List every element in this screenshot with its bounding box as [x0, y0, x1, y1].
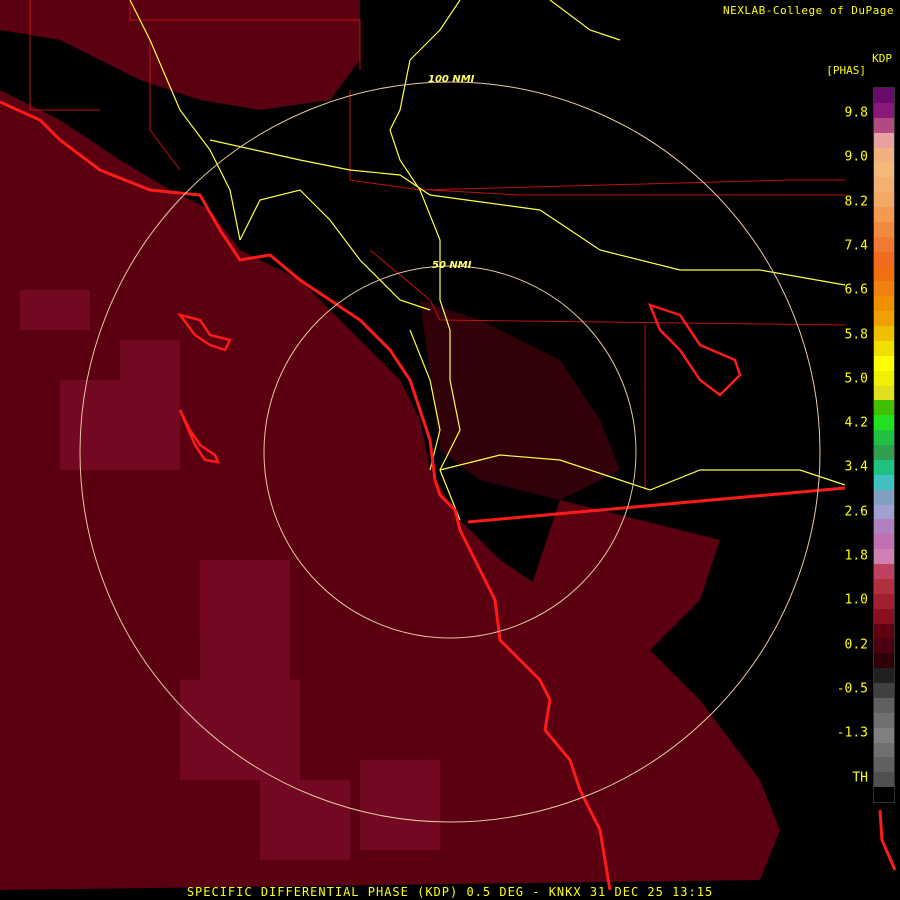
- range-ring-50-label: 50 NMI: [432, 260, 472, 271]
- color-scale-bar: [873, 87, 895, 803]
- color-scale-swatch: [874, 400, 894, 416]
- color-scale-swatch: [874, 370, 894, 386]
- color-scale-label: 5.0: [844, 371, 868, 387]
- color-scale-swatch: [874, 772, 894, 788]
- color-scale-label: -1.3: [836, 725, 868, 741]
- color-scale-swatch: [874, 653, 894, 669]
- color-scale-swatch: [874, 430, 894, 445]
- legend-product-label: KDP: [872, 52, 892, 65]
- color-scale-swatch: [874, 251, 894, 267]
- legend-unit-header: KDP [PHAS]: [826, 52, 892, 77]
- color-scale-swatch: [874, 385, 894, 401]
- color-scale-label: 1.8: [844, 548, 868, 564]
- color-scale-label: 3.4: [844, 459, 868, 475]
- color-scale-swatch: [874, 593, 894, 609]
- color-scale-swatch: [874, 727, 894, 743]
- color-scale-swatch: [874, 787, 894, 802]
- color-scale-swatch: [874, 712, 894, 728]
- color-scale-swatch: [874, 102, 894, 118]
- color-scale-label: -0.5: [836, 681, 868, 697]
- color-scale-swatch: [874, 549, 894, 564]
- color-scale-swatch: [874, 742, 894, 758]
- color-scale-swatch: [874, 117, 894, 133]
- color-scale-swatch: [874, 668, 894, 683]
- color-scale-swatch: [874, 88, 894, 103]
- radar-echo-north: [0, 0, 360, 110]
- color-scale-swatch: [874, 564, 894, 579]
- color-scale-swatch: [874, 623, 894, 639]
- color-scale-swatch: [874, 474, 894, 490]
- color-scale-swatch: [874, 340, 894, 356]
- color-scale-swatch: [874, 311, 894, 326]
- range-ring-100-label: 100 NMI: [428, 74, 475, 85]
- color-scale-label: 6.6: [844, 282, 868, 298]
- color-scale-swatch: [874, 608, 894, 624]
- color-scale-swatch: [874, 281, 894, 297]
- color-scale-swatch: [874, 697, 894, 713]
- legend-unit-label: [PHAS]: [826, 64, 866, 77]
- color-scale-label: 7.4: [844, 238, 868, 254]
- color-scale-swatch: [874, 683, 894, 698]
- color-scale-swatch: [874, 757, 894, 773]
- color-scale-swatch: [874, 266, 894, 282]
- product-caption: SPECIFIC DIFFERENTIAL PHASE (KDP) 0.5 DE…: [186, 885, 714, 899]
- radar-map: 100 NMI 50 NMI: [0, 0, 897, 891]
- color-scale-label: 1.0: [844, 592, 868, 608]
- color-scale-swatch: [874, 192, 894, 207]
- color-scale-swatch: [874, 534, 894, 550]
- color-scale-swatch: [874, 445, 894, 460]
- color-scale-swatch: [874, 236, 894, 252]
- color-scale-swatch: [874, 177, 894, 193]
- color-scale-swatch: [874, 519, 894, 535]
- color-scale-label: 4.2: [844, 415, 868, 431]
- color-scale-swatch: [874, 415, 894, 431]
- color-scale-swatch: [874, 221, 894, 237]
- color-scale-swatch: [874, 147, 894, 163]
- color-scale-swatch: [874, 459, 894, 475]
- color-scale-label: 5.8: [844, 327, 868, 342]
- color-scale-swatch: [874, 504, 894, 520]
- color-scale-swatch: [874, 296, 894, 312]
- color-scale-swatch: [874, 326, 894, 341]
- color-scale-label: 9.8: [844, 105, 868, 121]
- color-scale-labels: 9.8 9.0 8.2 7.4 6.6 5.8 5.0 4.2 3.4 2.6 1.8 1.0 0.2 -…: [820, 87, 868, 801]
- color-scale-label: 2.6: [844, 504, 868, 520]
- color-scale-swatch: [874, 638, 894, 654]
- radar-echo-layer: [0, 0, 780, 890]
- color-scale-swatch: [874, 207, 894, 222]
- color-scale-swatch: [874, 489, 894, 505]
- color-scale-swatch: [874, 578, 894, 594]
- credit-text: NEXLAB-College of DuPage: [723, 4, 894, 17]
- color-scale-label: 8.2: [844, 194, 868, 210]
- color-scale-label: 0.2: [844, 637, 868, 653]
- color-scale-swatch: [874, 355, 894, 371]
- color-scale-swatch: [874, 132, 894, 148]
- color-scale-label: TH: [852, 770, 868, 785]
- color-scale-swatch: [874, 162, 894, 178]
- color-scale-label: 9.0: [844, 149, 868, 165]
